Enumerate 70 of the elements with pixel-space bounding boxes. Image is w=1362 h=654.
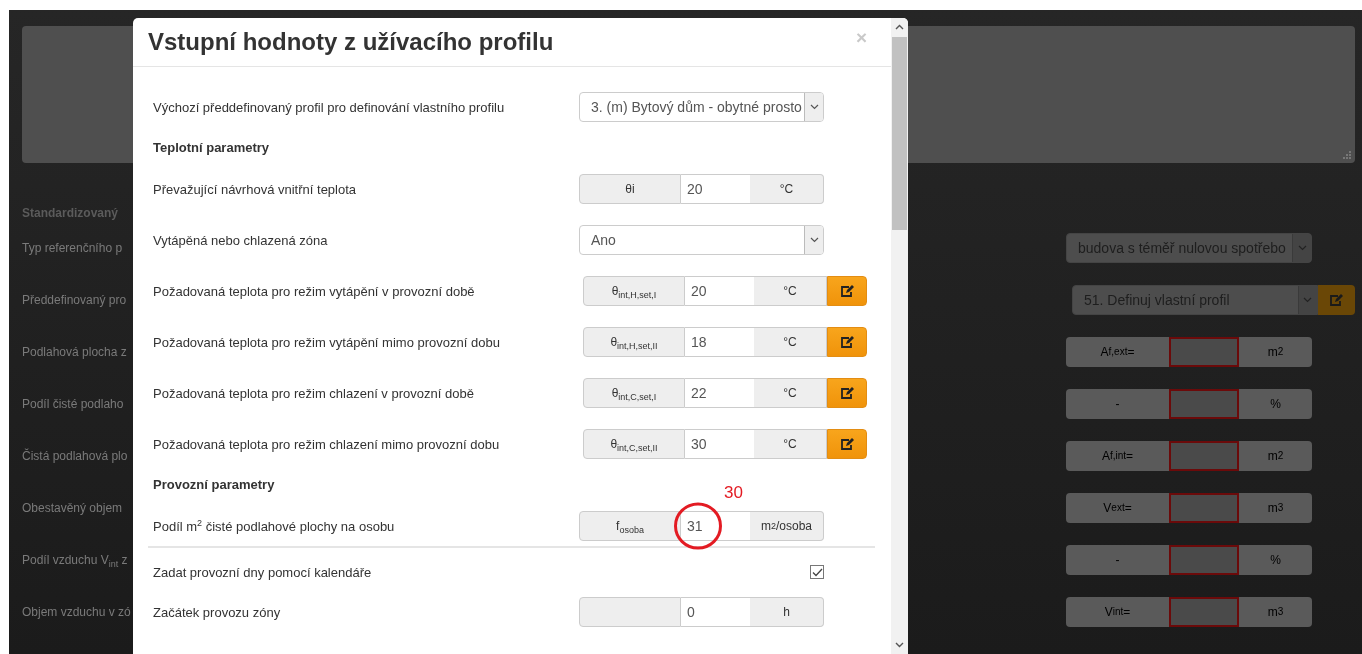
input-field[interactable] xyxy=(1169,389,1239,419)
unit-label: °C xyxy=(750,174,824,204)
input-field[interactable] xyxy=(1169,545,1239,575)
annotation-note: 30 xyxy=(724,483,743,503)
field-label: Typ referenčního p xyxy=(22,241,123,255)
field-label: Požadovaná teplota pro režim vytápění v provozní době xyxy=(153,283,476,299)
field-label: Výchozí předdefinovaný profil pro definování vlastního profilu xyxy=(153,99,506,115)
field-label: Požadovaná teplota pro režim chlazení v provozní době xyxy=(153,385,475,401)
prefix-label: θ$_{int,H,set,II}$ xyxy=(583,327,685,357)
chevron-down-icon xyxy=(1303,297,1313,303)
unit-label: °C xyxy=(754,378,827,408)
chevron-down-icon xyxy=(809,104,819,110)
unit-label: °C xyxy=(754,429,827,459)
edit-icon xyxy=(840,437,854,451)
input-field[interactable] xyxy=(1169,493,1239,523)
section-heading: Standardizovaný xyxy=(22,206,120,220)
edit-button[interactable] xyxy=(827,378,867,408)
prefix-label: - xyxy=(1066,389,1169,419)
field-label: Čistá podlahová plo xyxy=(22,449,128,463)
edit-icon xyxy=(840,284,854,298)
checkbox[interactable] xyxy=(810,565,824,579)
field-label: Převažující návrhová vnitřní teplota xyxy=(153,181,358,197)
unit-label: m$^{3}$ xyxy=(1239,493,1312,523)
edit-button[interactable] xyxy=(827,327,867,357)
field-label: Podlahová plocha z xyxy=(22,345,127,359)
unit-label: °C xyxy=(754,327,827,357)
section-heading: Teplotní parametry xyxy=(153,139,270,157)
chevron-down-icon xyxy=(809,237,819,243)
prefix-label: θ$_{int,H,set,I}$ xyxy=(583,276,685,306)
prefix-label: f$_{osoba}$ xyxy=(579,511,681,541)
unit-label: °C xyxy=(754,276,827,306)
prefix-label: θ$_{int,C,set,I}$ xyxy=(583,378,685,408)
input-field[interactable] xyxy=(1169,597,1239,627)
field-label: Objem vzduchu v zó xyxy=(22,605,131,619)
field-label: Zadat provozní dny pomocí kalendáře xyxy=(153,564,373,580)
edit-button[interactable] xyxy=(827,276,867,306)
resize-grip-icon[interactable] xyxy=(1343,151,1351,159)
field-label: Podíl vzduchu V$_{int}$ z xyxy=(22,553,128,567)
prefix-label: θi xyxy=(579,174,681,204)
unit-label: m$^{3}$ xyxy=(1239,597,1312,627)
scrollbar[interactable] xyxy=(891,18,908,654)
annotation-circle xyxy=(674,502,722,550)
chevron-down-icon xyxy=(895,642,904,648)
field-label: Podíl m$^{2}$ čisté podlahové plochy na osobu xyxy=(153,518,396,534)
section-heading: Provozní parametry xyxy=(153,476,275,494)
chevron-down-icon xyxy=(1297,245,1307,251)
field-label: Požadovaná teplota pro režim vytápění mimo provozní dobu xyxy=(153,334,501,350)
field-label: Podíl čisté podlaho xyxy=(22,397,124,411)
prefix-label: θ$_{int,C,set,II}$ xyxy=(583,429,685,459)
unit-label: % xyxy=(1239,389,1312,419)
edit-icon xyxy=(1329,293,1344,307)
field-label: Vytápěná nebo chlazená zóna xyxy=(153,232,329,248)
input-field[interactable] xyxy=(1169,441,1239,471)
dropdown[interactable]: Ano xyxy=(579,225,824,255)
edit-button[interactable] xyxy=(827,429,867,459)
unit-label: m$^{2}$ xyxy=(1239,337,1312,367)
dialog-title: Vstupní hodnoty z užívacího profilu xyxy=(148,28,554,56)
edit-icon xyxy=(840,386,854,400)
field-label: Obestavěný objem xyxy=(22,501,123,515)
edit-icon xyxy=(840,335,854,349)
field-label: Požadovaná teplota pro režim chlazení mimo provozní dobu xyxy=(153,436,501,452)
unit-label: m$^{2}$ xyxy=(1239,441,1312,471)
unit-label: % xyxy=(1239,545,1312,575)
prefix-label: - xyxy=(1066,545,1169,575)
unit-label: h xyxy=(750,597,824,627)
field-label: Předdefinovaný pro xyxy=(22,293,127,307)
field-label: Začátek provozu zóny xyxy=(153,604,282,620)
chevron-up-icon xyxy=(895,24,904,30)
input-field[interactable] xyxy=(1169,337,1239,367)
dropdown[interactable]: 3. (m) Bytový dům - obytné prosto xyxy=(579,92,824,122)
